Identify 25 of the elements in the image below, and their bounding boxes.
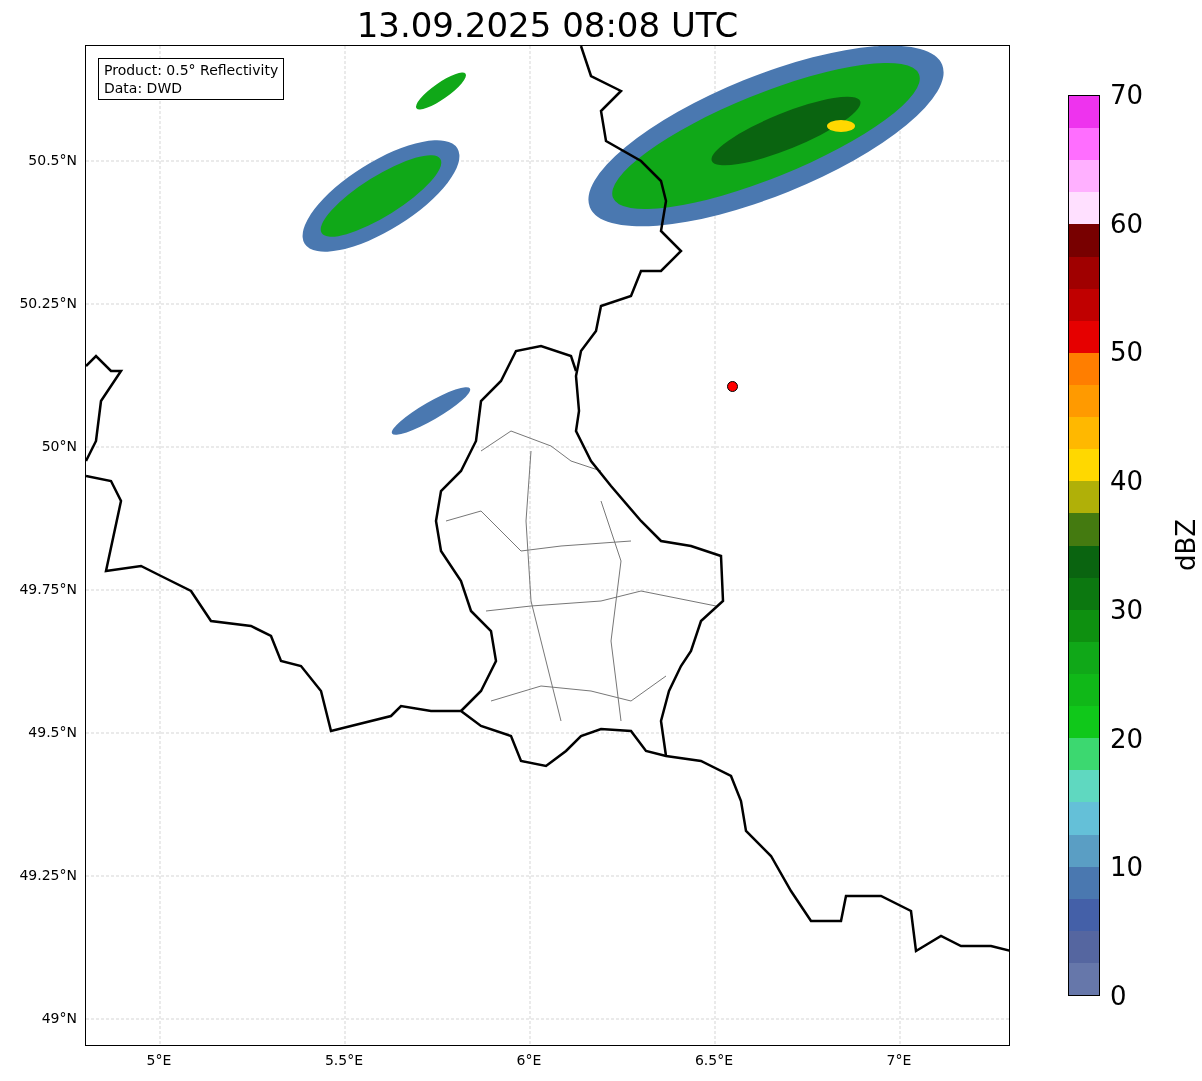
latitude-label: 49.75°N xyxy=(19,580,77,598)
latitude-label: 49.5°N xyxy=(28,723,77,741)
colorbar-tick-label: 70 xyxy=(1110,80,1144,110)
longitude-label: 5.5°E xyxy=(323,1051,365,1069)
latitude-label: 49°N xyxy=(41,1009,77,1027)
longitude-label: 5°E xyxy=(145,1051,173,1069)
latitude-label: 50.5°N xyxy=(28,151,77,169)
longitude-label: 6°E xyxy=(515,1051,543,1069)
colorbar-tick-label: 0 xyxy=(1110,981,1127,1011)
colorbar-tick-label: 10 xyxy=(1110,852,1144,883)
colorbar-tick-label: 50 xyxy=(1110,337,1144,368)
colorbar-tick-label: 20 xyxy=(1110,723,1144,754)
colorbar-label: dBZ xyxy=(1171,518,1202,572)
chart-title: 13.09.2025 08:08 UTC xyxy=(355,4,740,46)
latitude-label: 50.25°N xyxy=(19,294,77,312)
info-text: Product: 0.5° Reflectivity xyxy=(104,61,279,79)
longitude-label: 7°E xyxy=(885,1051,913,1069)
longitude-label: 6.5°E xyxy=(693,1051,735,1069)
latitude-label: 50°N xyxy=(41,437,77,455)
info-text: Data: DWD xyxy=(104,79,183,97)
colorbar-tick-label: 30 xyxy=(1110,594,1144,625)
latitude-label: 49.25°N xyxy=(19,866,77,884)
colorbar-tick-label: 40 xyxy=(1110,466,1144,497)
location-marker xyxy=(727,381,738,392)
colorbar-tick-label: 60 xyxy=(1110,208,1144,239)
